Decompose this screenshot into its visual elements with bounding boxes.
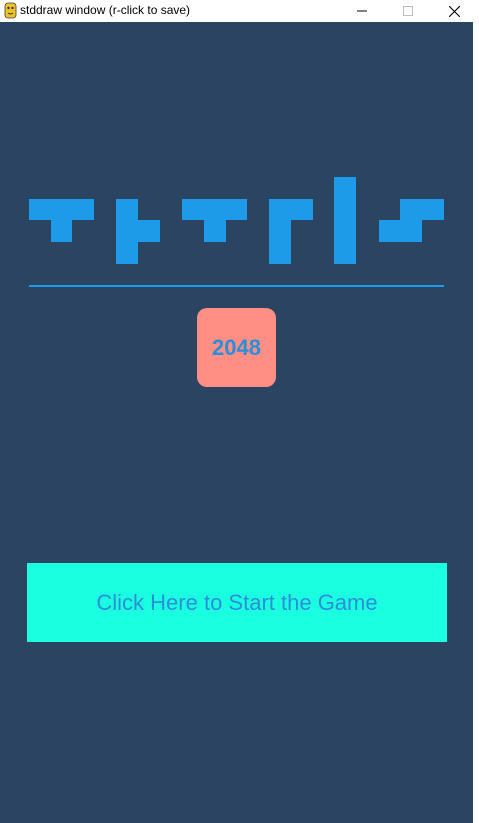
minimize-icon <box>357 10 367 12</box>
title-bar[interactable]: stddraw window (r-click to save) <box>0 0 479 22</box>
close-icon <box>448 5 460 17</box>
tetris-logo <box>29 177 444 264</box>
logo-letter-t2 <box>182 199 247 242</box>
logo-letter-s <box>379 199 444 242</box>
tile-2048: 2048 <box>197 308 276 387</box>
window-border <box>473 22 479 823</box>
start-game-button[interactable]: Click Here to Start the Game <box>27 563 447 642</box>
maximize-button[interactable] <box>385 0 431 22</box>
minimize-button[interactable] <box>339 0 385 22</box>
close-button[interactable] <box>431 0 477 22</box>
python-app-icon <box>4 2 17 19</box>
logo-letter-r <box>269 199 313 264</box>
logo-letter-i <box>334 177 356 264</box>
app-window: stddraw window (r-click to save) 2048 Cl… <box>0 0 479 823</box>
start-game-label: Click Here to Start the Game <box>96 589 378 615</box>
logo-letter-e <box>116 199 160 264</box>
window-title: stddraw window (r-click to save) <box>20 3 191 17</box>
game-canvas[interactable]: 2048 Click Here to Start the Game <box>0 22 473 823</box>
logo-letter-t1 <box>29 199 94 242</box>
maximize-icon <box>403 6 413 16</box>
logo-divider <box>29 285 444 287</box>
tile-label: 2048 <box>212 334 261 360</box>
